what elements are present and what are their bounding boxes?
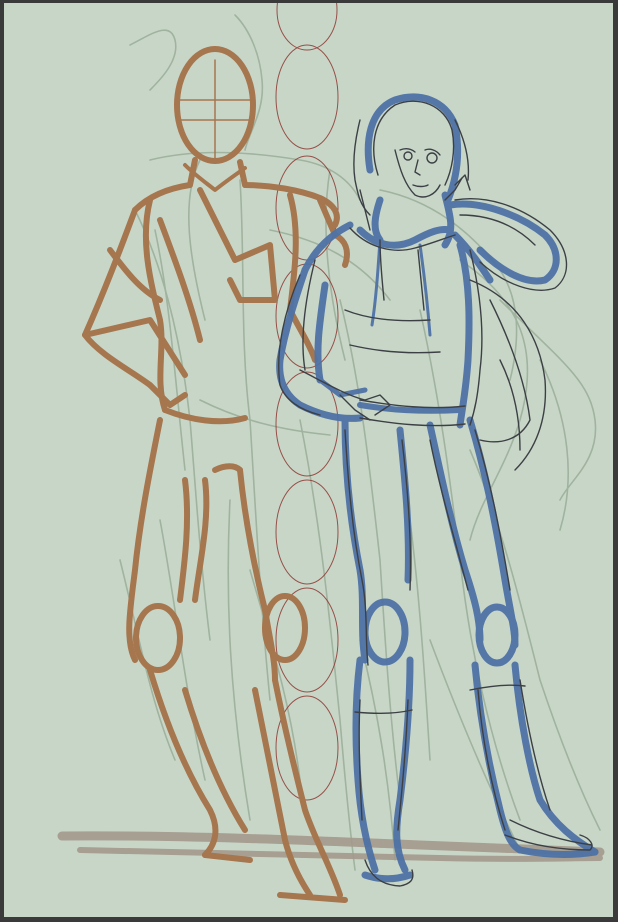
paper-layer [4, 3, 613, 917]
sketch-artwork [4, 3, 613, 917]
canvas-frame [0, 0, 618, 922]
drawing-canvas[interactable] [4, 3, 613, 917]
